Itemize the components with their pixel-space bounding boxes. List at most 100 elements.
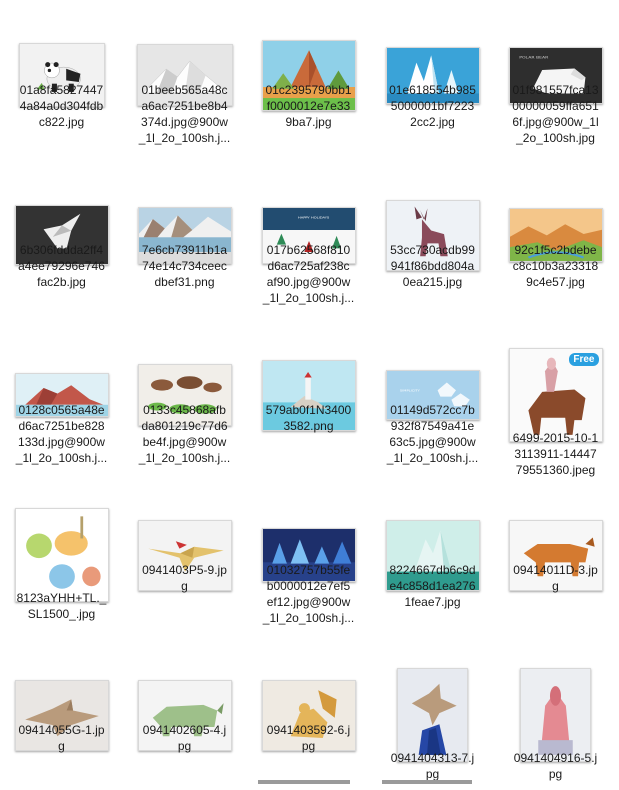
file-name-label: 017b62568f810 d6ac725af238c af90.jpg@900w _… bbox=[251, 242, 366, 306]
svg-text:SIMPLICITY: SIMPLICITY bbox=[399, 389, 419, 392]
file-name-label: 579ab0f1N3400 3582.png bbox=[251, 402, 366, 434]
file-name-line: 6499-2015-10-1 bbox=[512, 431, 599, 445]
file-name-line: 7e6cb73911b1a bbox=[141, 243, 228, 257]
animal-map-image bbox=[14, 508, 109, 602]
file-name-label: 53cc730acdb99 941f86bdd804a 0ea215.jpg bbox=[375, 242, 490, 290]
file-name-label: 6b306fddda2ff4 a4ee79296e746 fac2b.jpg bbox=[4, 242, 119, 290]
file-name-label: 0941404313-7.j pg bbox=[375, 750, 490, 782]
file-name-label: 01149d572cc7b 932f87549a41e 63c5.jpg@900w _… bbox=[375, 402, 490, 466]
shark-blue-image bbox=[397, 668, 468, 762]
file-name-label: 01e618554b985 5000001bf7223 2cc2.jpg bbox=[375, 82, 490, 130]
file-thumbnail[interactable] bbox=[123, 640, 246, 790]
file-name-line: 579ab0f1N3400 bbox=[265, 403, 352, 417]
file-name-line: 92c1f5c2bdebe bbox=[514, 243, 597, 257]
file-name-line: pg bbox=[177, 739, 192, 753]
file-name-line: 01beeb565a48c bbox=[141, 83, 228, 97]
file-name-line: 79551360.jpeg bbox=[515, 463, 596, 477]
file-name-line: SL1500_.jpg bbox=[27, 607, 96, 621]
file-name-line: c8c10b3a23318 bbox=[512, 259, 599, 273]
file-name-label: 01032757b55fe b0000012e7ef5 ef12.jpg@900w _… bbox=[251, 562, 366, 626]
file-name-line: 09414011D-3.jp bbox=[513, 563, 598, 577]
file-name-line: dbef31.png bbox=[154, 275, 215, 289]
file-name-label: 01beeb565a48c a6ac7251be8b4 374d.jpg@900w _… bbox=[127, 82, 242, 146]
file-name-line: 01c2395790bb1 bbox=[265, 83, 352, 97]
file-name-label: 92c1f5c2bdebe c8c10b3a23318 9c4e57.jpg bbox=[498, 242, 613, 290]
file-thumbnail[interactable] bbox=[247, 640, 370, 790]
file-name-line: 0941404916-5.j bbox=[513, 751, 598, 765]
file-name-line: 9c4e57.jpg bbox=[526, 275, 585, 289]
file-name-line: f0000012e7e33 bbox=[266, 99, 351, 113]
file-name-line: 6b306fddda2ff4 bbox=[19, 243, 104, 257]
file-name-line: 0941404313-7.j bbox=[390, 751, 475, 765]
file-name-line: e4c858d1ea276 bbox=[389, 579, 476, 593]
free-badge: Free bbox=[569, 353, 599, 366]
file-name-label: 7e6cb73911b1a 74e14c734ceec dbef31.png bbox=[127, 242, 242, 290]
file-name-line: 2cc2.jpg bbox=[410, 115, 455, 129]
file-name-label: 01f981557fca13 00000059ffa651 6f.jpg@900w_… bbox=[498, 82, 613, 146]
file-name-line: be4f.jpg@900w bbox=[142, 435, 227, 449]
file-name-label: 09414011D-3.jp g bbox=[498, 562, 613, 594]
file-name-line: pg bbox=[548, 767, 563, 781]
svg-text:POLAR BEAR: POLAR BEAR bbox=[519, 54, 548, 58]
file-name-line: 941f86bdd804a bbox=[390, 259, 475, 273]
file-name-line: 133d.jpg@900w bbox=[18, 435, 105, 449]
file-name-line: 0128c0565a48e bbox=[18, 403, 105, 417]
file-name-line: 01f981557fca13 bbox=[512, 83, 599, 97]
file-name-line: fac2b.jpg bbox=[37, 275, 86, 289]
file-name-label: 0128c0565a48e d6ac7251be828 133d.jpg@900w _… bbox=[4, 402, 119, 466]
file-name-line: 3113911-14447 bbox=[514, 447, 597, 461]
file-name-line: 01a8fa5827447 bbox=[19, 83, 104, 97]
file-name-label: 0941403P5-9.jp g bbox=[127, 562, 242, 594]
file-name-line: c822.jpg bbox=[38, 115, 85, 129]
file-name-line: ef12.jpg@900w bbox=[266, 595, 351, 609]
file-name-line: g bbox=[58, 739, 65, 753]
file-name-line: 3582.png bbox=[283, 419, 334, 433]
file-name-line: 6f.jpg@900w_1l bbox=[512, 115, 599, 129]
file-name-line: 1feae7.jpg bbox=[404, 595, 461, 609]
file-thumbnail[interactable] bbox=[123, 480, 246, 630]
file-thumbnail[interactable] bbox=[247, 320, 370, 470]
file-name-label: 8123aYHH+TL._ SL1500_.jpg bbox=[4, 590, 119, 622]
file-name-line: _1l_2o_100sh.j... bbox=[386, 451, 479, 465]
file-name-line: 0941403592-6.j bbox=[266, 723, 351, 737]
file-name-line: da801219c77d6 bbox=[141, 419, 228, 433]
file-name-line: 01149d572cc7b bbox=[390, 403, 475, 417]
file-name-line: 63c5.jpg@900w bbox=[389, 435, 476, 449]
file-name-label: 0133c45868afb da801219c77d6 be4f.jpg@900w _… bbox=[127, 402, 242, 466]
file-name-line: g bbox=[181, 579, 188, 593]
file-name-line: 53cc730acdb99 bbox=[390, 243, 475, 257]
file-name-line: 0133c45868afb bbox=[143, 403, 226, 417]
file-name-line: 8224667db6c9d bbox=[389, 563, 476, 577]
file-name-line: a4ee79296e746 bbox=[18, 259, 105, 273]
file-name-line: _1l_2o_100sh.j... bbox=[262, 291, 355, 305]
file-name-line: 374d.jpg@900w bbox=[141, 115, 228, 129]
file-name-label: 8224667db6c9d e4c858d1ea276 1feae7.jpg bbox=[375, 562, 490, 610]
file-name-label: 0941402605-4.j pg bbox=[127, 722, 242, 754]
file-thumbnail[interactable] bbox=[494, 480, 617, 630]
file-name-line: _1l_2o_100sh.j... bbox=[138, 451, 231, 465]
file-name-line: 0ea215.jpg bbox=[402, 275, 463, 289]
file-name-line: b0000012e7ef5 bbox=[266, 579, 351, 593]
file-name-label: 09414055G-1.jp g bbox=[4, 722, 119, 754]
file-name-line: _1l_2o_100sh.j... bbox=[138, 131, 231, 145]
file-name-line: d6ac7251be828 bbox=[18, 419, 105, 433]
file-name-line: 8123aYHH+TL._ bbox=[16, 591, 107, 605]
file-name-label: 01c2395790bb1 f0000012e7e33 9ba7.jpg bbox=[251, 82, 366, 130]
ox-rider-image: Free bbox=[508, 348, 603, 442]
file-name-label: 0941404916-5.j pg bbox=[498, 750, 613, 782]
next-row-thumbnail-edge bbox=[382, 780, 472, 784]
file-name-line: 017b62568f810 bbox=[266, 243, 351, 257]
file-name-line: _2o_100sh.jpg bbox=[516, 131, 595, 145]
file-name-line: d6ac725af238c bbox=[267, 259, 350, 273]
file-name-line: 01e618554b985 bbox=[389, 83, 476, 97]
svg-text:HAPPY HOLIDAYS: HAPPY HOLIDAYS bbox=[297, 215, 328, 219]
file-name-line: a6ac7251be8b4 bbox=[141, 99, 228, 113]
file-name-line: _1l_2o_100sh.j... bbox=[15, 451, 108, 465]
file-name-line: 0941402605-4.j bbox=[142, 723, 227, 737]
file-name-line: 0941403P5-9.jp bbox=[142, 563, 227, 577]
pink-gorilla-image bbox=[520, 668, 591, 762]
file-name-line: 4a84a0d304fdb bbox=[19, 99, 104, 113]
file-thumbnail[interactable] bbox=[0, 640, 123, 790]
file-name-label: 0941403592-6.j pg bbox=[251, 722, 366, 754]
file-name-line: 00000059ffa651 bbox=[512, 99, 599, 113]
